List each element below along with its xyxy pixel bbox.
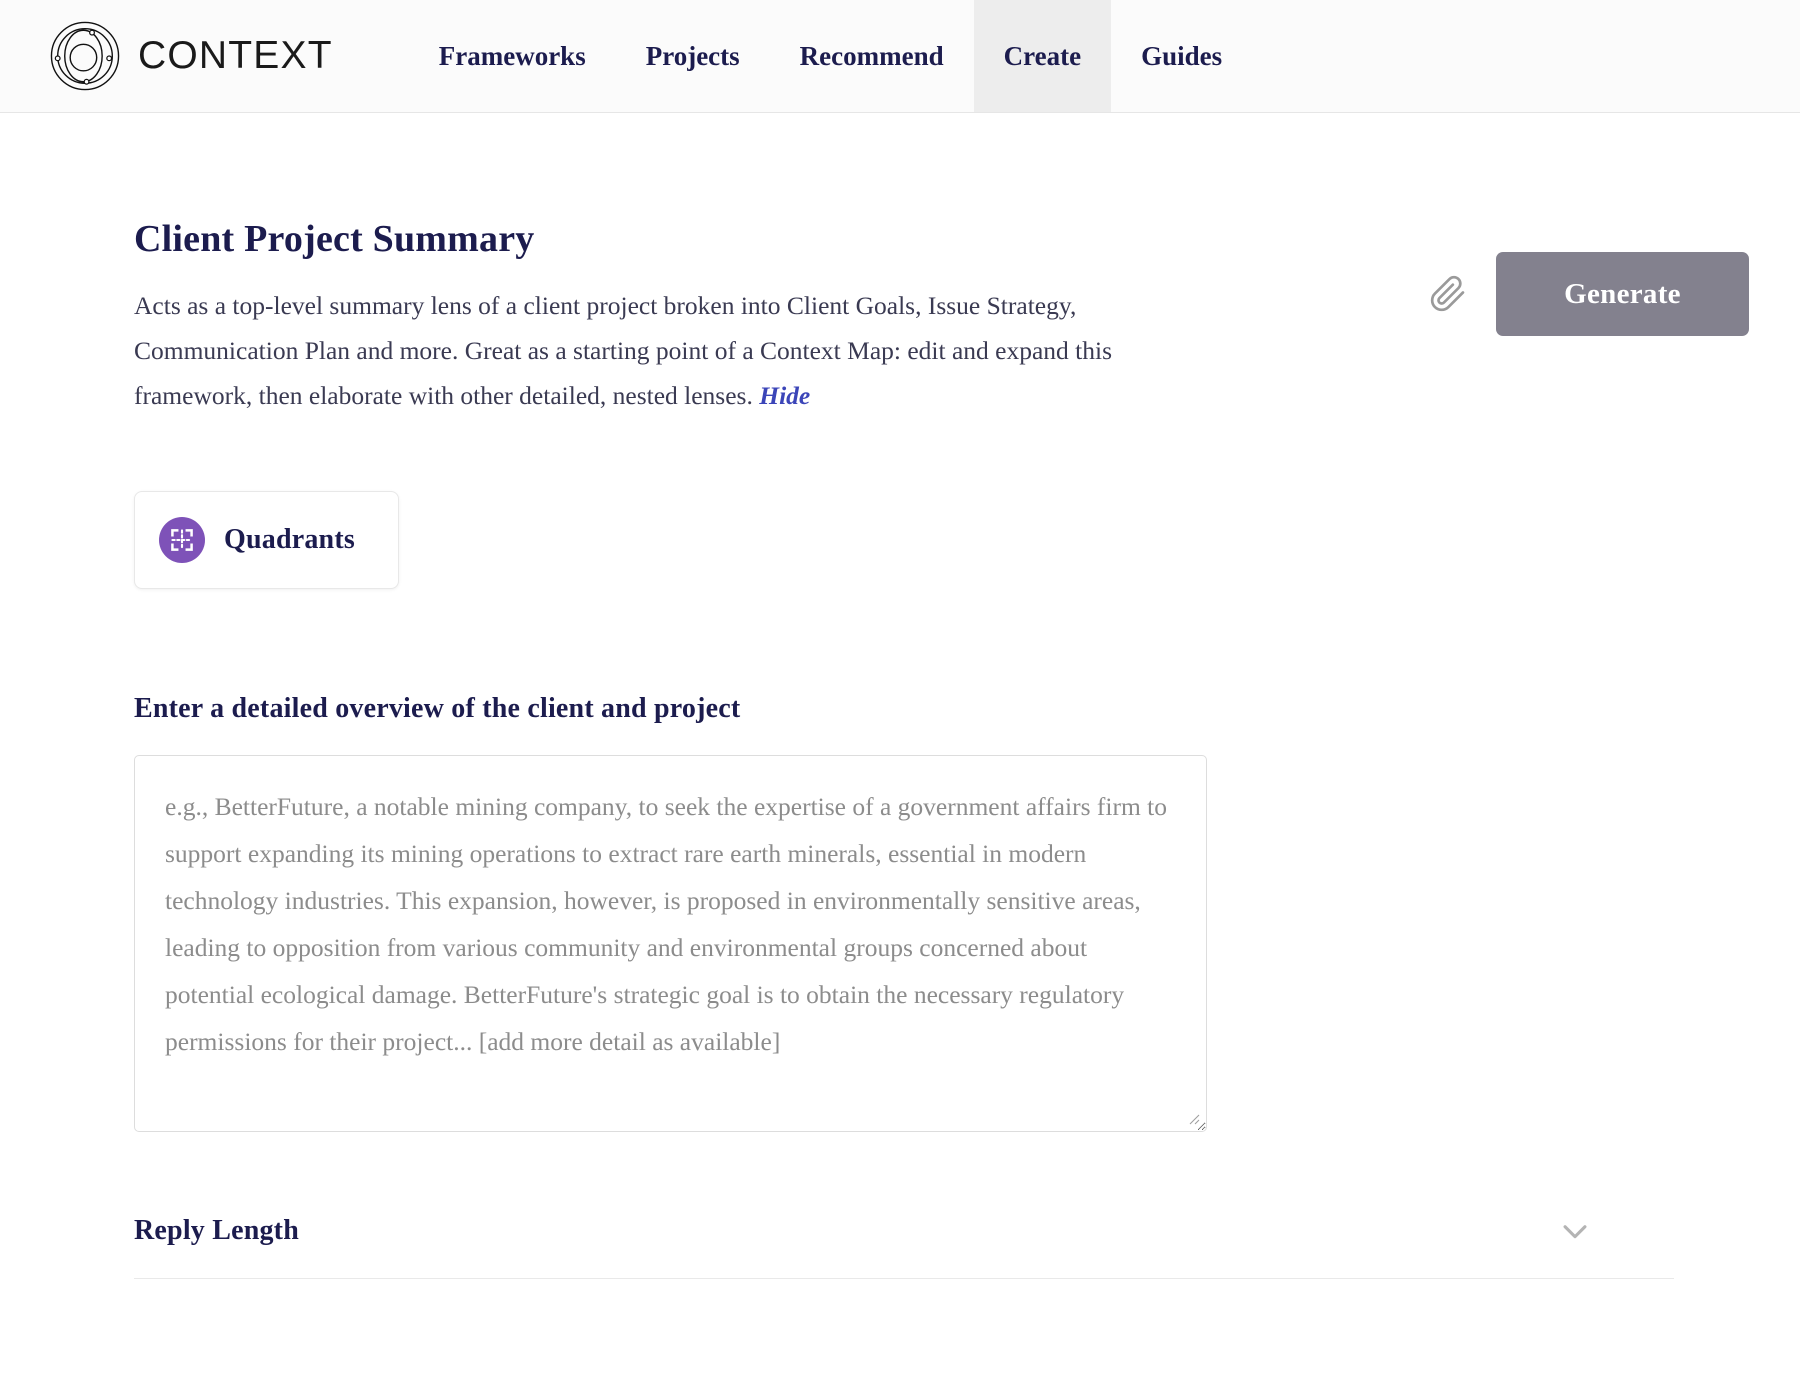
- orbit-logo-icon: [50, 21, 120, 91]
- page-description-text: Acts as a top-level summary lens of a cl…: [134, 290, 1113, 410]
- reply-length-divider: [134, 1277, 1674, 1279]
- reply-length-header[interactable]: Reply Length: [134, 1214, 1674, 1278]
- quadrants-icon: [159, 516, 205, 563]
- reply-length-section: Reply Length: [134, 1214, 1674, 1279]
- page-description: Acts as a top-level summary lens of a cl…: [134, 283, 1119, 418]
- paperclip-icon: [1430, 275, 1465, 312]
- main-content: Client Project Summary Acts as a top-lev…: [0, 113, 1800, 1279]
- generate-button[interactable]: Generate: [1496, 252, 1749, 336]
- reply-length-title: Reply Length: [134, 1214, 299, 1246]
- title-row: Client Project Summary Acts as a top-lev…: [134, 113, 1800, 418]
- title-block: Client Project Summary Acts as a top-lev…: [134, 218, 1134, 418]
- nav-item-recommend[interactable]: Recommend: [770, 0, 974, 112]
- overview-field-label: Enter a detailed overview of the client …: [134, 692, 741, 724]
- quadrants-chip-label: Quadrants: [224, 523, 355, 555]
- action-bar: Generate: [1426, 252, 1749, 336]
- nav-item-projects[interactable]: Projects: [616, 0, 770, 112]
- chevron-down-icon[interactable]: [1558, 1214, 1592, 1248]
- hide-description-link[interactable]: Hide: [759, 381, 810, 410]
- nav-item-create[interactable]: Create: [973, 0, 1112, 112]
- quadrants-chip[interactable]: Quadrants: [134, 490, 399, 589]
- page-title: Client Project Summary: [134, 218, 535, 260]
- app-header: CONTEXT Frameworks Projects Recommend Cr…: [0, 0, 1800, 113]
- nav-item-frameworks[interactable]: Frameworks: [409, 0, 616, 112]
- overview-textarea[interactable]: [134, 754, 1207, 1132]
- nav-item-guides[interactable]: Guides: [1111, 0, 1252, 112]
- overview-textarea-wrap: [134, 754, 1207, 1132]
- attach-file-button[interactable]: [1426, 272, 1470, 316]
- main-nav: Frameworks Projects Recommend Create Gui…: [409, 0, 1252, 112]
- brand-name: CONTEXT: [138, 34, 333, 77]
- brand[interactable]: CONTEXT: [0, 0, 333, 112]
